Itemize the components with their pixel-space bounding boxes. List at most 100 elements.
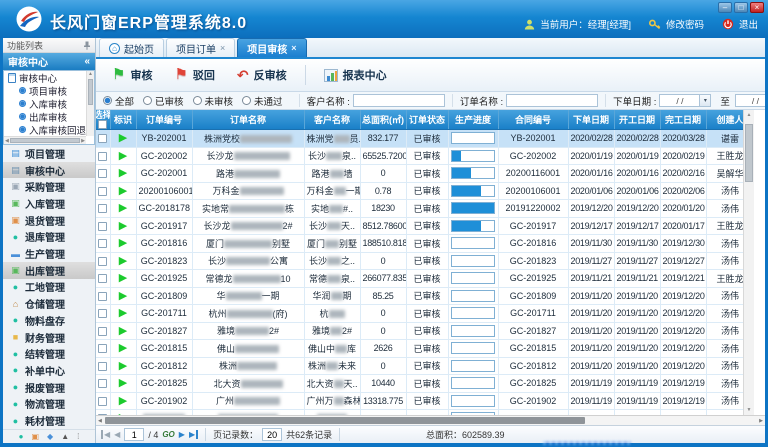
grid-vertical-scrollbar[interactable]: ▲ ▼ — [743, 110, 754, 415]
maximize-button[interactable]: □ — [734, 2, 748, 13]
column-header-订单名称[interactable]: 订单名称 — [192, 110, 304, 130]
table-row[interactable]: ▶GC-202001路港路港墙0已审核202001160012020/01/16… — [96, 165, 743, 183]
row-checkbox[interactable] — [98, 222, 107, 231]
column-header-总面积(㎡)[interactable]: 总面积(㎡) — [360, 110, 406, 130]
order-date-input[interactable]: / / ▾ — [659, 94, 711, 107]
row-checkbox[interactable] — [98, 397, 107, 406]
sidebar-item-补单中心[interactable]: ●补单中心 — [3, 362, 95, 379]
row-checkbox[interactable] — [98, 309, 107, 318]
sidebar-item-报废管理[interactable]: ●报废管理 — [3, 379, 95, 396]
row-checkbox[interactable] — [98, 152, 107, 161]
column-header-标识[interactable]: 标识 — [110, 110, 136, 130]
sidebar-item-退货管理[interactable]: ▣退货管理 — [3, 212, 95, 229]
row-checkbox[interactable] — [98, 169, 107, 178]
scroll-thumb[interactable] — [10, 138, 80, 143]
tab-项目审核[interactable]: 项目审核× — [237, 38, 306, 57]
grid-horizontal-scrollbar[interactable]: ◀ ▶ — [96, 415, 765, 425]
scroll-thumb[interactable] — [745, 124, 753, 182]
close-tab-icon[interactable]: × — [220, 43, 225, 53]
dropdown-icon[interactable]: ▾ — [699, 95, 710, 106]
page-number-input[interactable] — [124, 428, 144, 441]
sidebar-item-工地管理[interactable]: ●工地管理 — [3, 279, 95, 296]
select-all-checkbox[interactable] — [98, 120, 107, 129]
page-size-input[interactable] — [262, 428, 282, 441]
cart-icon[interactable]: ▣ — [31, 432, 39, 441]
tab-起始页[interactable]: ⌂起始页 — [99, 38, 164, 57]
tree-vertical-scrollbar[interactable]: ▲ — [86, 71, 94, 136]
order-name-input[interactable] — [506, 94, 598, 107]
column-header-选择[interactable]: 选择 — [96, 110, 110, 130]
row-checkbox[interactable] — [98, 187, 107, 196]
table-row[interactable]: ▶GC-201825北大资北大资天..10440已审核GC-2018252019… — [96, 375, 743, 393]
table-row[interactable]: ▶20200106001万科金万科金一期0.78已审核2020010600120… — [96, 182, 743, 200]
row-checkbox[interactable] — [98, 274, 107, 283]
sidebar-item-入库管理[interactable]: ▣入库管理 — [3, 195, 95, 212]
radio-全部[interactable] — [103, 96, 112, 105]
toolbar-button-报表中心[interactable]: 报表中心 — [314, 63, 397, 87]
sidebar-item-仓储管理[interactable]: ⌂仓储管理 — [3, 295, 95, 312]
column-header-订单编号[interactable]: 订单编号 — [136, 110, 192, 130]
radio-未审核[interactable] — [193, 96, 202, 105]
sidebar-item-结转管理[interactable]: ●结转管理 — [3, 345, 95, 362]
table-row[interactable]: ▶GC-202002长沙龙长沙泉..65525.7200..已审核GC-2020… — [96, 147, 743, 165]
go-button[interactable]: GO — [162, 430, 174, 439]
tree-item-入库审核[interactable]: 入库审核 — [4, 97, 94, 110]
sidebar-item-耗材管理[interactable]: ●耗材管理 — [3, 412, 95, 429]
table-row[interactable]: ▶GC-201827雅境2#雅境2#0已审核GC-2018272019/11/2… — [96, 322, 743, 340]
customer-name-input[interactable] — [353, 94, 445, 107]
tree-root[interactable]: 审核中心 — [4, 71, 94, 84]
column-header-生产进度[interactable]: 生产进度 — [448, 110, 498, 130]
first-page-button[interactable]: ◀ — [101, 430, 110, 439]
radio-已审核[interactable] — [143, 96, 152, 105]
scroll-thumb[interactable] — [105, 417, 585, 424]
logout-link[interactable]: 退出 — [739, 17, 758, 31]
more-icon[interactable]: ⁞ — [77, 432, 79, 441]
table-row[interactable]: ▶GC-2018178实地常栋实地#..18230已审核201912200022… — [96, 200, 743, 218]
row-checkbox[interactable] — [98, 344, 107, 353]
tree-horizontal-scrollbar[interactable]: ◀ ▶ — [4, 136, 86, 144]
table-row[interactable]: ▶GC-201917长沙龙2#长沙天..8512.78600..已审核GC-20… — [96, 217, 743, 235]
tree-item-出库审核[interactable]: 出库审核 — [4, 110, 94, 123]
close-button[interactable]: × — [750, 2, 764, 13]
toolbar-button-审核[interactable]: ⚑审核 — [102, 63, 162, 87]
table-row[interactable]: ▶GC-201902广州广州万森林13318.775已审核GC-20190220… — [96, 392, 743, 410]
change-password-link[interactable]: 修改密码 — [666, 17, 704, 31]
column-header-客户名称[interactable]: 客户名称 — [304, 110, 360, 130]
sidebar-item-采购管理[interactable]: ▣采购管理 — [3, 178, 95, 195]
column-header-下单日期[interactable]: 下单日期 — [568, 110, 614, 130]
sidebar-item-物流管理[interactable]: ●物流管理 — [3, 396, 95, 413]
table-row[interactable]: ▶GC-201815佛山佛山中库2626已审核GC-2018152019/11/… — [96, 340, 743, 358]
sidebar-item-项目管理[interactable]: ▤项目管理 — [3, 145, 95, 162]
table-row[interactable]: ▶GC-201925常德龙10常德泉..266077.835..已审核GC-20… — [96, 270, 743, 288]
sidebar-item-财务管理[interactable]: ■财务管理 — [3, 329, 95, 346]
radio-未通过[interactable] — [242, 96, 251, 105]
collapse-icon[interactable]: « — [84, 56, 90, 67]
table-row[interactable]: ▶GC-201711杭州(府)杭0已审核GC-2017112019/11/202… — [96, 305, 743, 323]
row-checkbox[interactable] — [98, 239, 107, 248]
toolbar-button-反审核[interactable]: ↶反审核 — [227, 63, 297, 88]
next-page-button[interactable]: ▶ — [179, 430, 185, 439]
row-checkbox[interactable] — [98, 362, 107, 371]
column-header-合同编号[interactable]: 合同编号 — [498, 110, 568, 130]
table-row[interactable]: ▶GC-201823长沙公寓长沙之..0已审核GC-2018232019/11/… — [96, 252, 743, 270]
column-header-开工日期[interactable]: 开工日期 — [614, 110, 660, 130]
column-header-完工日期[interactable]: 完工日期 — [660, 110, 706, 130]
table-row[interactable]: ▶GC-201809华一期华润期85.25已审核GC-2018092019/11… — [96, 287, 743, 305]
row-checkbox[interactable] — [98, 379, 107, 388]
order-date-end-input[interactable]: / / ▾ — [735, 94, 765, 107]
sidebar-item-出库管理[interactable]: ▣出库管理 — [3, 262, 95, 279]
sidebar-item-审核中心[interactable]: ▤审核中心 — [3, 162, 95, 179]
column-header-创建人[interactable]: 创建人 — [706, 110, 743, 130]
scroll-thumb[interactable] — [88, 79, 93, 105]
column-header-订单状态[interactable]: 订单状态 — [406, 110, 448, 130]
row-checkbox[interactable] — [98, 257, 107, 266]
prev-page-button[interactable]: ◀ — [114, 430, 120, 439]
sidebar-item-生产管理[interactable]: ▬生产管理 — [3, 245, 95, 262]
table-row[interactable]: ▶GC-201812株洲株洲未来0已审核GC-2018122019/11/202… — [96, 357, 743, 375]
last-page-button[interactable]: ▶ — [189, 430, 198, 439]
tree-item-项目审核[interactable]: 项目审核 — [4, 84, 94, 97]
toolbar-button-驳回[interactable]: ⚑驳回 — [164, 63, 224, 87]
table-row[interactable]: ▶GC-201816厦门别墅厦门别墅188510.818已审核GC-201816… — [96, 235, 743, 253]
row-checkbox[interactable] — [98, 204, 107, 213]
sidebar-item-物料盘存[interactable]: ●物料盘存 — [3, 312, 95, 329]
